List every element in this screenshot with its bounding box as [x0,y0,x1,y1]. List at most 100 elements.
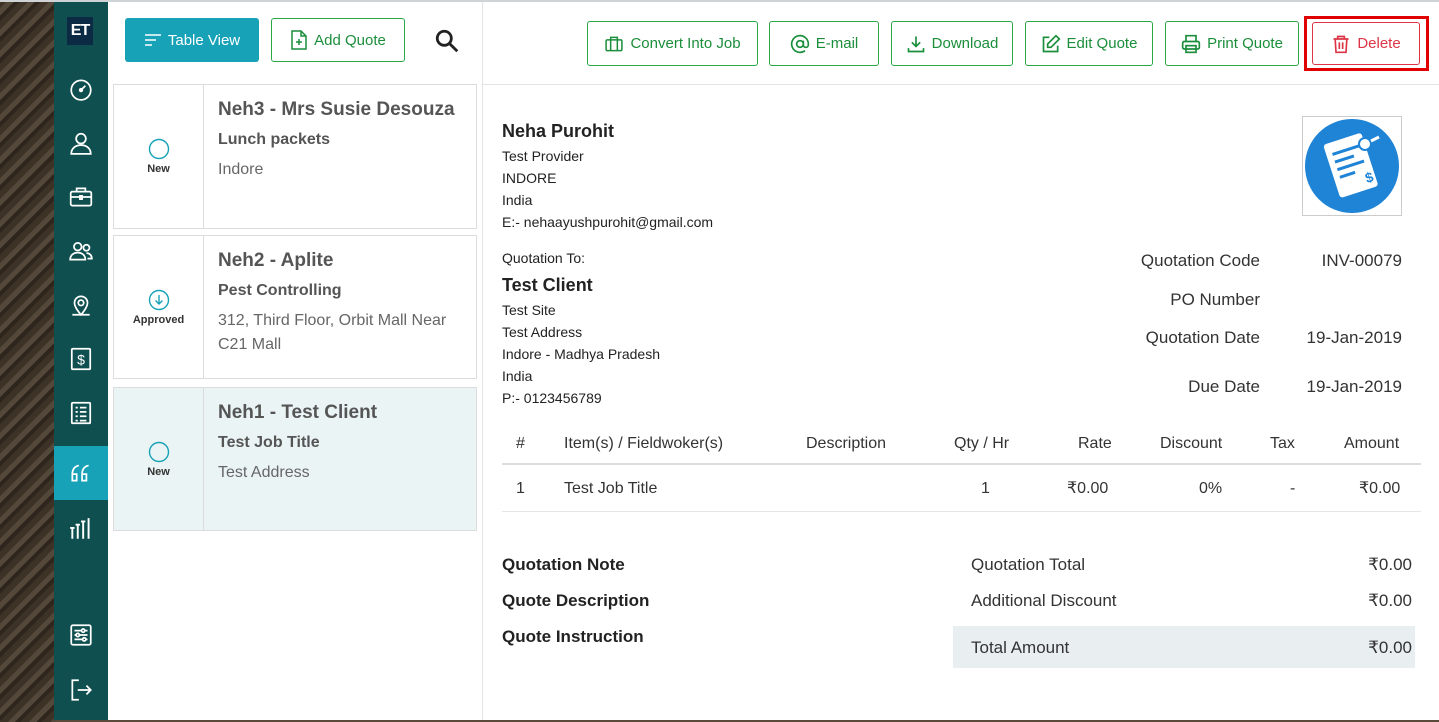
briefcase-icon [69,187,93,207]
user-icon [70,132,92,155]
row-rate: ₹0.00 [1067,480,1109,497]
quotation-total-value: ₹0.00 [1368,555,1412,574]
row-item: Test Job Title [564,480,658,497]
sidebar-item-team[interactable] [54,224,108,278]
list-lines-icon [144,34,161,46]
column-header: # [516,435,525,452]
toolbar-divider [483,84,1439,85]
client-name: Test Client [502,275,593,295]
svg-text:$: $ [77,351,85,367]
provider-line: Test Provider [502,148,584,164]
status-label: Approved [132,313,185,326]
quotation-date-value: 19-Jan-2019 [1306,328,1402,347]
card-subtitle: Pest Controlling [218,282,342,299]
dollar-icon: $ [70,347,92,371]
sidebar-item-settings[interactable] [54,608,108,662]
client-line: Indore - Madhya Pradesh [502,346,660,362]
row-amount: ₹0.00 [1359,480,1401,497]
client-line: India [502,368,533,384]
status-cell: New [114,388,204,530]
add-quote-button[interactable]: Add Quote [271,18,405,62]
delete-highlight-box: Delete [1304,16,1429,71]
quote-card[interactable]: New Neh3 - Mrs Susie Desouza Lunch packe… [113,84,477,229]
column-header: Description [806,435,887,452]
search-icon[interactable] [434,28,460,54]
card-title: Neh2 - Aplite [218,250,334,271]
row-number: 1 [516,480,525,497]
company-logo: $ [1302,116,1402,216]
table-view-button[interactable]: Table View [125,18,259,62]
sidebar-item-jobs[interactable] [54,170,108,224]
row-discount: 0% [1199,480,1223,497]
quote-card-selected[interactable]: New Neh1 - Test Client Test Job Title Te… [113,387,477,531]
total-amount-label: Total Amount [971,638,1070,657]
client-line: Test Address [502,324,583,340]
print-quote-button[interactable]: Print Quote [1165,21,1299,66]
app-logo[interactable]: ET [67,17,93,45]
app-sidebar: ET $ [54,2,108,720]
provider-line: INDORE [502,170,557,186]
status-cell: New [114,85,204,228]
download-icon [907,36,924,52]
row-tax: - [1290,480,1296,497]
sidebar-item-logout[interactable] [54,663,108,717]
total-amount-value: ₹0.00 [1368,638,1412,657]
list-icon [70,401,92,425]
client-line: Test Site [502,302,556,318]
column-header: Discount [1160,435,1223,452]
row-qty: 1 [981,480,990,497]
provider-line: India [502,192,533,208]
column-header: Rate [1078,435,1112,452]
delete-button[interactable]: Delete [1312,22,1420,65]
items-table-header: # Item(s) / Fieldwoker(s) Description Qt… [502,422,1421,465]
reports-icon [70,518,90,539]
quotation-note-heading: Quotation Note [502,555,625,574]
status-label: New [147,465,170,478]
quotation-to-label: Quotation To: [502,250,586,266]
due-date-value: 19-Jan-2019 [1306,377,1402,396]
email-button[interactable]: E-mail [769,21,879,66]
quotation-code-label: Quotation Code [1140,251,1260,270]
sidebar-item-invoices[interactable]: $ [54,332,108,386]
sidebar-item-quotes[interactable] [54,446,108,500]
sidebar-item-customers[interactable] [54,116,108,170]
convert-label: Convert Into Job [630,35,741,52]
convert-into-job-button[interactable]: Convert Into Job [587,21,758,66]
quotation-total-label: Quotation Total [971,555,1086,574]
card-address: Indore [218,161,264,178]
card-title: Neh3 - Mrs Susie Desouza [218,99,455,120]
invoice-document-icon: $ [1305,119,1399,213]
column-header: Qty / Hr [954,435,1010,452]
edit-label: Edit Quote [1066,35,1138,52]
sidebar-item-list[interactable] [54,386,108,440]
download-button[interactable]: Download [891,21,1013,66]
sidebar-item-locations[interactable] [54,278,108,332]
logout-icon [71,679,92,701]
card-title: Neh1 - Test Client [218,402,378,423]
status-label: New [147,163,170,175]
status-cell: Approved [114,236,204,378]
card-address: 312, Third Floor, Orbit Mall Near C21 Ma… [218,312,447,353]
delete-label: Delete [1357,35,1401,52]
quote-card[interactable]: Approved Neh2 - Aplite Pest Controlling … [113,235,477,379]
quote-icon [71,464,89,482]
po-number-label: PO Number [1170,290,1260,309]
users-icon [69,242,93,261]
status-approved-icon [148,289,169,310]
edit-quote-button[interactable]: Edit Quote [1025,21,1153,66]
card-subtitle: Test Job Title [218,434,320,451]
quote-list-panel: Table View Add Quote New Neh3 - Mrs Susi… [108,2,483,720]
desktop-background [0,0,56,722]
provider-email: E:- nehaayushpurohit@gmail.com [502,214,714,230]
quotation-date-label: Quotation Date [1145,328,1260,347]
column-header: Item(s) / Fieldwoker(s) [564,435,724,452]
column-header: Amount [1344,435,1400,452]
add-quote-label: Add Quote [314,31,386,49]
sidebar-item-reports[interactable] [54,502,108,556]
card-address: Test Address [218,464,310,481]
settings-icon [70,624,92,646]
additional-discount-value: ₹0.00 [1368,591,1412,610]
sidebar-item-dashboard[interactable] [54,62,108,116]
provider-name: Neha Purohit [502,121,615,141]
trash-icon [1333,35,1349,53]
